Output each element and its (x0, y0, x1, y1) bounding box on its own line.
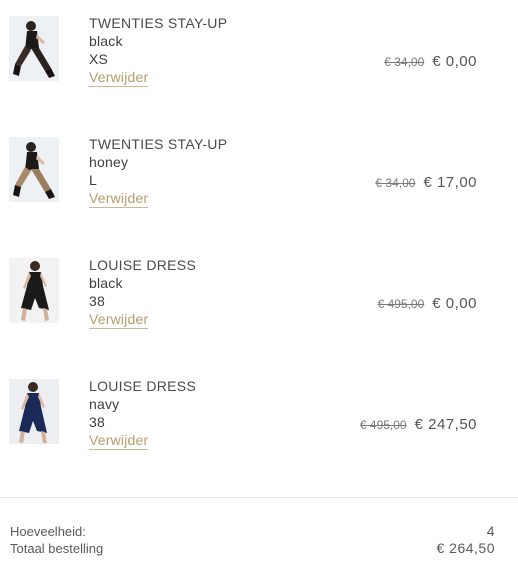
dress-model-photo-icon (9, 379, 59, 444)
quantity-row: Hoeveelheid: 4 (10, 523, 495, 540)
quantity-label: Hoeveelheid: (10, 524, 86, 539)
total-label: Totaal bestelling (10, 541, 104, 556)
item-info: LOUISE DRESS black 38 Verwijder (89, 256, 196, 329)
remove-item-link[interactable]: Verwijder (89, 69, 149, 87)
original-price: € 495,00 (359, 418, 407, 432)
cart-item: TWENTIES STAY-UP honey L Verwijder € 34,… (0, 121, 518, 242)
product-color: black (89, 275, 123, 291)
stockings-model-photo-icon (9, 137, 59, 202)
product-thumbnail[interactable] (9, 16, 59, 81)
product-name[interactable]: TWENTIES STAY-UP (89, 14, 227, 32)
cart-item: LOUISE DRESS black 38 Verwijder € 495,00… (0, 242, 518, 363)
total-value: € 264,50 (436, 540, 495, 556)
item-info: TWENTIES STAY-UP black XS Verwijder (89, 14, 227, 87)
discounted-price: € 247,50 (414, 416, 477, 433)
product-size: L (89, 172, 97, 188)
product-thumbnail[interactable] (9, 137, 59, 202)
product-color: navy (89, 396, 120, 412)
product-name[interactable]: LOUISE DRESS (89, 256, 196, 274)
cart-item: LOUISE DRESS navy 38 Verwijder € 495,00 €… (0, 363, 518, 484)
total-row: Totaal bestelling € 264,50 (10, 540, 495, 557)
cart-item: TWENTIES STAY-UP black XS Verwijder € 34… (0, 0, 518, 121)
item-price: € 495,00 € 0,00 (378, 295, 477, 312)
remove-item-link[interactable]: Verwijder (89, 190, 149, 208)
remove-item-link[interactable]: Verwijder (89, 311, 149, 329)
summary-divider (0, 497, 518, 498)
item-info: LOUISE DRESS navy 38 Verwijder (89, 377, 196, 450)
order-summary: Hoeveelheid: 4 Totaal bestelling € 264,5… (10, 523, 495, 557)
product-thumbnail[interactable] (9, 379, 59, 444)
product-size: 38 (89, 293, 105, 309)
original-price: € 34,00 (375, 176, 416, 190)
item-price: € 495,00 € 247,50 (360, 416, 477, 433)
product-color: black (89, 33, 123, 49)
product-name[interactable]: TWENTIES STAY-UP (89, 135, 227, 153)
product-thumbnail[interactable] (9, 258, 59, 323)
item-price: € 34,00 € 0,00 (384, 53, 477, 70)
discounted-price: € 0,00 (432, 295, 477, 312)
item-info: TWENTIES STAY-UP honey L Verwijder (89, 135, 227, 208)
dress-model-photo-icon (9, 258, 59, 323)
cart-item-list: TWENTIES STAY-UP black XS Verwijder € 34… (0, 0, 518, 484)
original-price: € 34,00 (384, 55, 425, 69)
product-size: 38 (89, 414, 105, 430)
discounted-price: € 17,00 (423, 174, 477, 191)
discounted-price: € 0,00 (432, 53, 477, 70)
original-price: € 495,00 (377, 297, 425, 311)
product-name[interactable]: LOUISE DRESS (89, 377, 196, 395)
stockings-model-photo-icon (9, 16, 59, 81)
product-size: XS (89, 51, 109, 67)
quantity-value: 4 (486, 523, 495, 539)
item-price: € 34,00 € 17,00 (375, 174, 477, 191)
remove-item-link[interactable]: Verwijder (89, 432, 149, 450)
product-color: honey (89, 154, 129, 170)
